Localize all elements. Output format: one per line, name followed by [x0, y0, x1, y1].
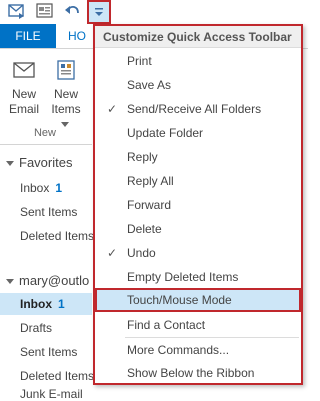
unread-count: 1	[55, 181, 63, 195]
new-email-label-1: New	[11, 87, 36, 101]
account-header-label: mary@outlo	[19, 273, 90, 288]
customize-dropdown-icon[interactable]	[87, 0, 111, 24]
menu-item-label: Update Folder	[127, 126, 204, 140]
unread-count: 1	[58, 297, 65, 311]
account-item-drafts[interactable]: Drafts	[20, 321, 52, 335]
collapse-arrow-icon	[6, 279, 14, 285]
menu-item-label: Save As	[127, 78, 172, 92]
menu-item-label: Empty Deleted Items	[127, 270, 239, 284]
tab-file[interactable]: FILE	[0, 24, 56, 48]
folder-label: Inbox	[20, 181, 50, 195]
group-label-new: New	[33, 127, 56, 139]
menu-item-label: More Commands...	[127, 343, 230, 357]
new-items-icon	[52, 57, 80, 83]
menu-item-save-as[interactable]: Save As	[95, 73, 301, 97]
new-items-label-1: New	[53, 87, 78, 101]
menu-item-reply[interactable]: Reply	[95, 145, 301, 169]
menu-item-undo[interactable]: ✓ Undo	[95, 241, 301, 265]
menu-item-empty-deleted[interactable]: Empty Deleted Items	[95, 265, 301, 289]
menu-item-update-folder[interactable]: Update Folder	[95, 121, 301, 145]
checkmark-icon: ✓	[107, 102, 118, 116]
collapse-arrow-icon	[6, 161, 14, 167]
favorites-header-label: Favorites	[19, 155, 73, 170]
new-items-label-text: Items	[51, 102, 81, 116]
menu-item-label: Reply All	[127, 174, 174, 188]
account-item-junk[interactable]: Junk E-mail	[20, 387, 83, 401]
account-item-deleted[interactable]: Deleted Items	[20, 369, 94, 383]
menu-item-label: Delete	[127, 222, 162, 236]
favorites-header[interactable]: Favorites	[6, 155, 72, 170]
menu-item-more-commands[interactable]: More Commands...	[95, 338, 301, 362]
menu-item-find-contact[interactable]: Find a Contact	[95, 313, 301, 337]
new-email-icon	[10, 57, 38, 83]
account-header[interactable]: mary@outlo	[6, 273, 89, 288]
menu-item-delete[interactable]: Delete	[95, 217, 301, 241]
ribbon-group-new: New Email New Items New	[0, 49, 92, 145]
menu-item-print[interactable]: Print	[95, 49, 301, 73]
new-items-button[interactable]: New Items	[46, 57, 86, 132]
menu-item-label: Find a Contact	[127, 318, 206, 332]
new-email-label-2: Email	[8, 102, 39, 116]
menu-item-label: Reply	[127, 150, 158, 164]
menu-item-label: Touch/Mouse Mode	[127, 293, 232, 307]
folder-pane: Favorites Inbox 1 Sent Items Deleted Item…	[0, 145, 94, 401]
menu-item-touch-mouse-mode[interactable]: Touch/Mouse Mode	[95, 288, 301, 312]
menu-item-reply-all[interactable]: Reply All	[95, 169, 301, 193]
favorites-item-deleted[interactable]: Deleted Items	[20, 229, 94, 243]
quick-access-toolbar	[0, 0, 308, 24]
folder-icon[interactable]	[34, 0, 56, 22]
favorites-item-sent[interactable]: Sent Items	[20, 205, 77, 219]
send-receive-icon[interactable]	[6, 0, 28, 22]
menu-item-send-receive[interactable]: ✓ Send/Receive All Folders	[95, 97, 301, 121]
menu-item-label: Send/Receive All Folders	[127, 102, 262, 116]
menu-item-label: Print	[127, 54, 152, 68]
menu-item-label: Undo	[127, 246, 156, 260]
account-item-inbox[interactable]: Inbox 1	[20, 297, 65, 311]
menu-header: Customize Quick Access Toolbar	[95, 26, 301, 48]
menu-item-label: Forward	[127, 198, 172, 212]
undo-icon[interactable]	[62, 0, 84, 22]
menu-item-label: Show Below the Ribbon	[127, 366, 255, 380]
favorites-item-inbox[interactable]: Inbox 1	[20, 181, 62, 195]
folder-label: Inbox	[20, 297, 52, 311]
tab-home[interactable]: HO	[68, 24, 86, 48]
new-email-button[interactable]: New Email	[4, 57, 44, 117]
customize-qat-menu: Customize Quick Access Toolbar Print Sav…	[93, 24, 303, 385]
account-item-sent[interactable]: Sent Items	[20, 345, 77, 359]
checkmark-icon: ✓	[107, 246, 118, 260]
menu-item-forward[interactable]: Forward	[95, 193, 301, 217]
menu-item-show-below-ribbon[interactable]: Show Below the Ribbon	[95, 361, 301, 385]
